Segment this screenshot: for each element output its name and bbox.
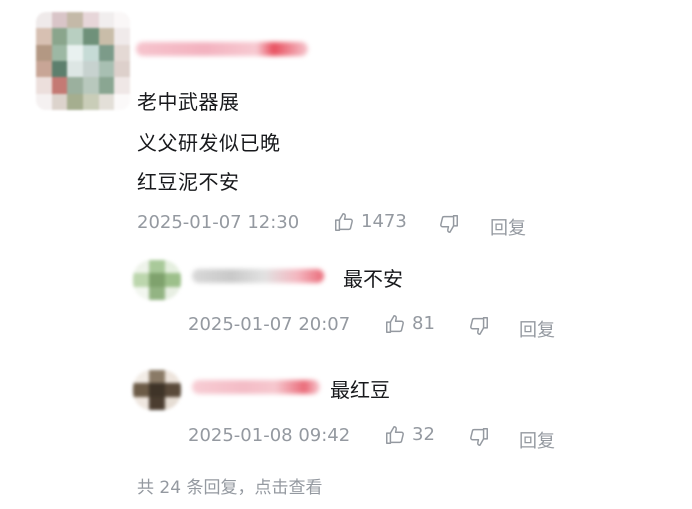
view-more-replies-link[interactable]: 共 24 条回复，点击查看 bbox=[137, 473, 322, 498]
comment-line-3: 红豆泥不安 bbox=[137, 170, 240, 194]
reply-reply-button[interactable]: 回复 bbox=[519, 316, 555, 342]
reply-time: 2025-01-07 20:07 bbox=[188, 314, 351, 335]
thumb-down-icon bbox=[468, 315, 490, 337]
thumb-down-icon bbox=[468, 426, 490, 448]
like-count: 1473 bbox=[361, 211, 407, 232]
reply-text: 最不安 bbox=[343, 267, 403, 291]
reply-time: 2025-01-08 09:42 bbox=[188, 425, 351, 446]
username[interactable] bbox=[136, 42, 308, 56]
reply-like-button[interactable]: 32 bbox=[384, 424, 435, 446]
reply-username[interactable] bbox=[192, 380, 320, 394]
reply-reply-button[interactable]: 回复 bbox=[519, 427, 555, 453]
reply-button[interactable]: 回复 bbox=[490, 214, 526, 240]
thumb-up-icon bbox=[333, 211, 355, 233]
reply-dislike-button[interactable] bbox=[468, 315, 490, 337]
reply-avatar[interactable] bbox=[133, 370, 181, 410]
reply-like-count: 32 bbox=[412, 424, 435, 445]
like-button[interactable]: 1473 bbox=[333, 211, 407, 233]
comment-line-1: 老中武器展 bbox=[137, 90, 240, 114]
reply-username[interactable] bbox=[192, 269, 324, 283]
comment-time: 2025-01-07 12:30 bbox=[137, 212, 300, 233]
thumb-up-icon bbox=[384, 424, 406, 446]
reply-like-count: 81 bbox=[412, 313, 435, 334]
dislike-button[interactable] bbox=[438, 213, 460, 235]
thumb-down-icon bbox=[438, 213, 460, 235]
comment-line-2: 义父研发似已晚 bbox=[137, 131, 281, 155]
thumb-up-icon bbox=[384, 313, 406, 335]
reply-dislike-button[interactable] bbox=[468, 426, 490, 448]
reply-avatar[interactable] bbox=[133, 260, 181, 300]
avatar[interactable] bbox=[36, 12, 130, 110]
reply-like-button[interactable]: 81 bbox=[384, 313, 435, 335]
reply-text: 最红豆 bbox=[330, 378, 390, 402]
